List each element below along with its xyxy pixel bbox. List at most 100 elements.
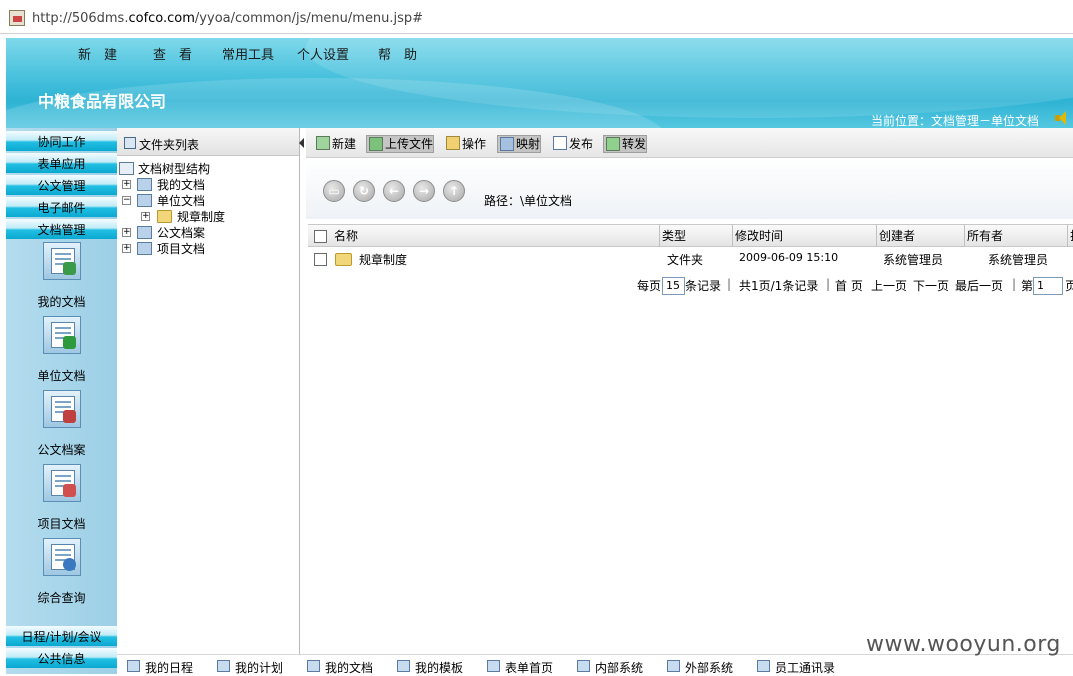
expand-icon[interactable]: + — [122, 180, 131, 189]
page-favicon-icon — [9, 10, 25, 26]
plan-icon — [217, 660, 230, 672]
quick-my-docs[interactable]: 我的文档 — [307, 659, 373, 676]
path-display: 路径：\单位文档 — [484, 194, 573, 208]
last-page-link[interactable]: 最后一页 — [955, 277, 1003, 294]
tree-node-label[interactable]: 规章制度 — [177, 209, 225, 225]
menu-new[interactable]: 新 建 — [78, 44, 117, 63]
expand-icon[interactable]: + — [122, 228, 131, 237]
new-icon — [316, 136, 330, 150]
first-page-link[interactable]: 首 页 — [835, 277, 863, 294]
nav-tab-doc-management[interactable]: 文档管理 — [6, 219, 117, 239]
internal-system-icon — [577, 660, 590, 672]
collapse-icon[interactable]: − — [122, 196, 131, 205]
tree-node-label[interactable]: 单位文档 — [157, 193, 205, 209]
bottom-quick-bar: 我的日程 我的计划 我的文档 我的模板 表单首页 内部系统 外部系统 员工通讯录 — [117, 654, 1073, 676]
nav-tab-collaboration[interactable]: 协同工作 — [6, 131, 117, 151]
speaker-icon[interactable] — [1055, 111, 1069, 125]
row-checkbox[interactable] — [314, 253, 327, 266]
operate-icon — [446, 136, 460, 150]
calendar-icon — [127, 660, 140, 672]
publish-icon — [553, 136, 567, 150]
forward-arrow-icon[interactable]: → — [413, 180, 435, 202]
cabinet-icon — [137, 194, 152, 207]
prev-page-link[interactable]: 上一页 — [871, 277, 907, 294]
operate-button[interactable]: 操作 — [444, 135, 486, 153]
expand-icon[interactable]: + — [122, 244, 131, 253]
left-nav: 协同工作 表单应用 公文管理 电子邮件 文档管理 我的文档 单位文档 公文档案 … — [6, 128, 117, 674]
up-icon[interactable]: ↑ — [443, 180, 465, 202]
menu-tools[interactable]: 常用工具 — [222, 44, 274, 63]
nav-tab-email[interactable]: 电子邮件 — [6, 197, 117, 217]
upload-icon — [369, 137, 383, 151]
address-bar[interactable]: http://506dms.cofco.com/yyoa/common/js/m… — [0, 0, 1073, 34]
quick-my-templates[interactable]: 我的模板 — [397, 659, 463, 676]
collapse-arrow-icon[interactable] — [299, 138, 304, 148]
folder-list-icon — [124, 137, 136, 149]
row-type: 文件夹 — [667, 253, 704, 267]
nav-archive-label: 公文档案 — [37, 443, 86, 457]
url-text[interactable]: http://506dms.cofco.com/yyoa/common/js/m… — [32, 11, 423, 26]
goto-page-input[interactable]: 1 — [1033, 277, 1063, 295]
quick-internal-system[interactable]: 内部系统 — [577, 659, 643, 676]
form-icon — [487, 660, 500, 672]
menu-settings[interactable]: 个人设置 — [297, 44, 349, 63]
nav-unit-docs[interactable]: 单位文档 — [6, 316, 117, 384]
column-modified[interactable]: 修改时间 — [733, 225, 877, 247]
toolbar: 新建 上传文件 操作 映射 发布 转发 — [306, 128, 1073, 158]
pager-separator: | — [1012, 277, 1017, 291]
nav-tab-schedule[interactable]: 日程/计划/会议 — [6, 626, 117, 646]
nav-tab-official-docs[interactable]: 公文管理 — [6, 175, 117, 195]
pager-summary: 共1页/1条记录 — [739, 279, 819, 293]
goto-label: 第 — [1021, 279, 1034, 293]
tree-node-label[interactable]: 公文档案 — [157, 225, 205, 241]
column-owner[interactable]: 所有者 — [965, 225, 1068, 247]
folder-icon — [335, 253, 352, 266]
tree-node-label[interactable]: 我的文档 — [157, 177, 205, 193]
column-type[interactable]: 类型 — [660, 225, 733, 247]
row-name[interactable]: 规章制度 — [359, 251, 407, 268]
template-icon — [397, 660, 410, 672]
nav-search[interactable]: 综合查询 — [6, 538, 117, 606]
tree-node-label[interactable]: 项目文档 — [157, 241, 205, 257]
nav-tab-public-info[interactable]: 公共信息 — [6, 648, 117, 668]
publish-button[interactable]: 发布 — [551, 135, 593, 153]
nav-unit-docs-label: 单位文档 — [37, 369, 86, 383]
column-extra[interactable]: 排 — [1068, 225, 1073, 247]
nav-tab-forms[interactable]: 表单应用 — [6, 153, 117, 173]
upload-button[interactable]: 上传文件 — [366, 135, 435, 153]
menu-help[interactable]: 帮 助 — [378, 44, 417, 63]
quick-form-home[interactable]: 表单首页 — [487, 659, 553, 676]
per-page-input[interactable]: 15 — [662, 277, 685, 295]
my-docs-icon — [42, 242, 81, 280]
expand-icon[interactable]: + — [141, 212, 150, 221]
select-all-checkbox[interactable] — [314, 230, 327, 243]
cabinet-icon — [137, 242, 152, 255]
column-creator[interactable]: 创建者 — [877, 225, 965, 247]
folder-panel-header: 文件夹列表 — [117, 128, 304, 156]
nav-project-docs[interactable]: 项目文档 — [6, 464, 117, 532]
project-docs-icon — [42, 464, 81, 502]
nav-my-docs[interactable]: 我的文档 — [6, 242, 117, 310]
row-owner: 系统管理员 — [988, 253, 1049, 267]
print-icon[interactable]: ▭ — [323, 180, 345, 202]
new-button[interactable]: 新建 — [314, 135, 356, 153]
tree-root-icon — [119, 162, 134, 175]
archive-icon — [42, 390, 81, 428]
forward-button[interactable]: 转发 — [603, 135, 648, 153]
refresh-icon[interactable]: ↻ — [353, 180, 375, 202]
nav-archive[interactable]: 公文档案 — [6, 390, 117, 458]
quick-staff-directory[interactable]: 员工通讯录 — [757, 659, 835, 676]
back-icon[interactable]: ← — [383, 180, 405, 202]
menu-view[interactable]: 查 看 — [153, 44, 192, 63]
quick-my-plan[interactable]: 我的计划 — [217, 659, 283, 676]
nav-project-docs-label: 项目文档 — [37, 517, 86, 531]
map-button[interactable]: 映射 — [497, 135, 542, 153]
tree-root-label[interactable]: 文档树型结构 — [138, 161, 210, 177]
cabinet-icon — [137, 178, 152, 191]
quick-my-schedule[interactable]: 我的日程 — [127, 659, 193, 676]
table-row[interactable]: 规章制度 文件夹 2009-06-09 15:10 系统管理员 系统管理员 — [308, 248, 1073, 270]
quick-external-system[interactable]: 外部系统 — [667, 659, 733, 676]
column-name[interactable]: 名称 — [332, 225, 660, 247]
next-page-link[interactable]: 下一页 — [913, 277, 949, 294]
docs-icon — [307, 660, 320, 672]
